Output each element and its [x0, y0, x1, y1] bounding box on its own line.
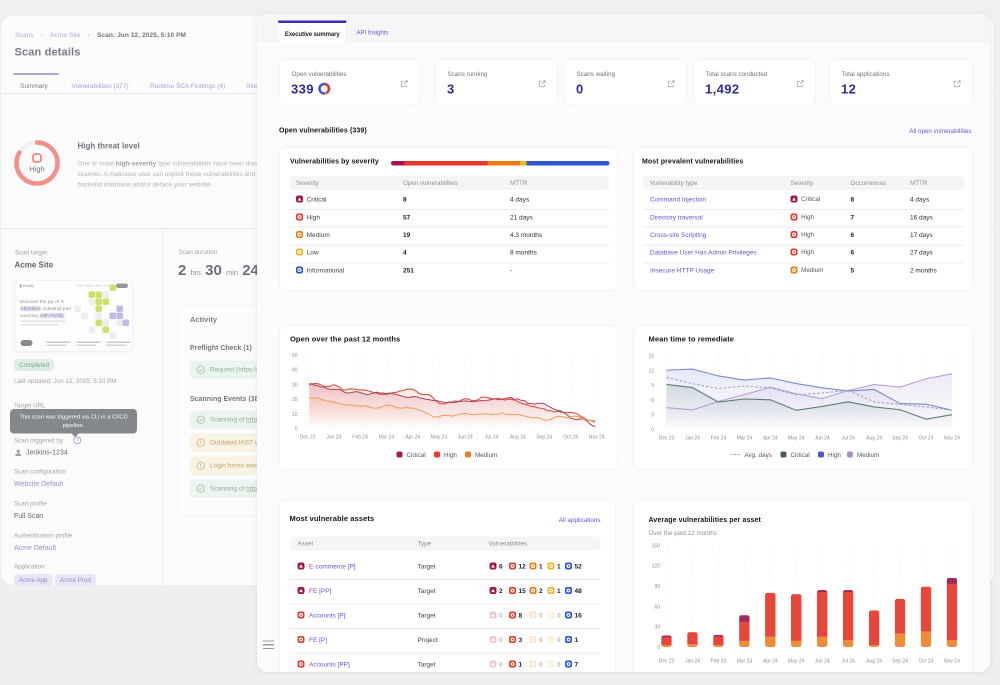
svg-text:Mar 24: Mar 24	[737, 659, 753, 665]
svg-text:Oct 24: Oct 24	[919, 659, 934, 665]
svg-text:12: 12	[648, 368, 654, 374]
svg-text:Apr 24: Apr 24	[405, 435, 420, 441]
svg-text:60: 60	[654, 604, 660, 610]
svg-text:30: 30	[292, 382, 298, 388]
svg-text:?: ?	[76, 438, 79, 444]
svg-text:Apr 24: Apr 24	[763, 436, 778, 442]
svg-text:Feb 24: Feb 24	[711, 436, 727, 442]
svg-text:20: 20	[292, 397, 298, 403]
svg-text:Dec 23: Dec 23	[300, 435, 316, 441]
svg-text:50: 50	[292, 353, 298, 359]
svg-text:Jan 24: Jan 24	[326, 435, 341, 441]
svg-text:Nov 24: Nov 24	[944, 659, 960, 665]
svg-text:0: 0	[657, 645, 660, 651]
svg-text:Sep 24: Sep 24	[892, 659, 908, 665]
svg-text:Jan 24: Jan 24	[685, 659, 700, 665]
svg-text:90: 90	[654, 584, 660, 590]
svg-text:Nov 24: Nov 24	[589, 435, 605, 441]
svg-text:Aug 24: Aug 24	[866, 659, 882, 665]
svg-text:May 24: May 24	[431, 435, 448, 441]
svg-text:10: 10	[292, 412, 298, 418]
svg-text:Jul 24: Jul 24	[841, 436, 855, 442]
svg-text:0: 0	[651, 427, 654, 433]
svg-text:Jun 24: Jun 24	[815, 659, 830, 665]
svg-text:Oct 24: Oct 24	[563, 435, 578, 441]
svg-text:15: 15	[648, 354, 654, 360]
svg-text:Jul 24: Jul 24	[841, 659, 855, 665]
svg-text:Oct 24: Oct 24	[919, 436, 934, 442]
svg-text:Apr 24: Apr 24	[763, 659, 778, 665]
svg-text:3: 3	[651, 413, 654, 419]
svg-text:Critical: Critical	[407, 452, 426, 459]
svg-text:Mar 24: Mar 24	[737, 436, 753, 442]
svg-text:Feb 24: Feb 24	[352, 435, 368, 441]
svg-text:0: 0	[295, 427, 298, 433]
svg-text:High: High	[828, 452, 841, 459]
svg-text:High: High	[29, 165, 44, 174]
svg-text:Avg. days: Avg. days	[745, 452, 772, 459]
svg-text:Aug 24: Aug 24	[510, 435, 526, 441]
svg-text:Sep 24: Sep 24	[892, 436, 908, 442]
svg-text:30: 30	[654, 625, 660, 631]
svg-text:Jun 24: Jun 24	[458, 435, 473, 441]
svg-text:Critical: Critical	[791, 452, 810, 459]
svg-text:Medium: Medium	[857, 452, 879, 459]
svg-text:Feb 24: Feb 24	[711, 659, 727, 665]
svg-text:120: 120	[652, 564, 661, 570]
svg-text:Mar 24: Mar 24	[379, 435, 395, 441]
svg-text:Dec 23: Dec 23	[659, 436, 675, 442]
svg-text:40: 40	[292, 368, 298, 374]
svg-text:150: 150	[652, 543, 661, 549]
svg-text:Jul 24: Jul 24	[485, 435, 499, 441]
svg-text:May 24: May 24	[788, 436, 805, 442]
svg-text:Aug 24: Aug 24	[866, 436, 882, 442]
svg-text:9: 9	[651, 383, 654, 389]
svg-text:May 24: May 24	[788, 659, 805, 665]
svg-text:Jun 24: Jun 24	[815, 436, 830, 442]
svg-text:High: High	[444, 452, 457, 459]
svg-text:Dec 23: Dec 23	[659, 659, 675, 665]
svg-text:Medium: Medium	[475, 452, 497, 459]
svg-text:Jan 24: Jan 24	[685, 436, 700, 442]
svg-text:Nov 24: Nov 24	[944, 436, 960, 442]
svg-text:6: 6	[651, 398, 654, 404]
svg-text:Sep 24: Sep 24	[536, 435, 552, 441]
